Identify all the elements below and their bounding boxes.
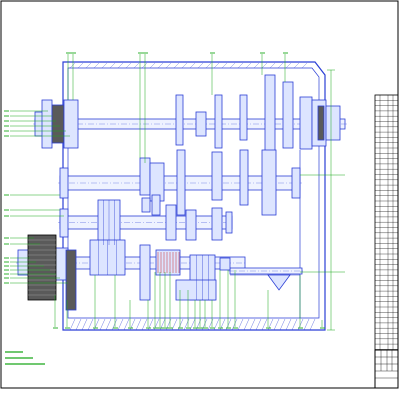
base-hatch-line	[291, 318, 298, 331]
top-gear-1	[175, 94, 184, 146]
top-wall-hatch-line	[125, 62, 132, 69]
second-gear-6	[261, 149, 277, 216]
third-shaft-left-flange	[59, 208, 69, 238]
top-wall-hatch-line	[301, 62, 308, 69]
base-hatch-line	[255, 318, 262, 331]
top-wall-hatch-line	[277, 62, 284, 69]
top-wall-hatch-line	[261, 62, 268, 69]
top-wall-hatch-line	[141, 62, 148, 69]
left-bearing-outer	[41, 99, 53, 149]
base-hatch-line	[81, 318, 88, 331]
input-end-collar	[219, 257, 231, 271]
second-shaft-right-flange	[291, 167, 301, 199]
parts-list-border	[374, 94, 399, 351]
top-wall-hatch-line	[133, 62, 140, 69]
input-gear-2	[139, 244, 151, 301]
top-wall-hatch-line	[197, 62, 204, 69]
support-wedge	[267, 274, 291, 291]
parts-list-table	[374, 94, 399, 351]
third-shaft-end-collar	[225, 211, 233, 234]
top-wall-hatch-line	[245, 62, 252, 69]
base-hatch-line	[273, 318, 280, 331]
top-wall-hatch-line	[165, 62, 172, 69]
top-wall-hatch-line	[253, 62, 260, 69]
third-gear-2	[151, 194, 161, 216]
technical-notes	[5, 351, 45, 365]
second-gear-5	[239, 149, 249, 206]
right-bearing-race	[317, 105, 325, 141]
right-end-cap	[325, 105, 341, 141]
base-hatch-line	[99, 318, 106, 331]
top-wall-hatch-line	[293, 62, 300, 69]
base-hatch-line	[135, 318, 142, 331]
top-wall-hatch-line	[85, 62, 92, 69]
top-wall-hatch-line	[101, 62, 108, 69]
gearbox-assembly-drawing	[0, 0, 400, 400]
base-hatch-line	[249, 318, 256, 331]
top-wall-hatch-line	[109, 62, 116, 69]
top-wall-hatch-line	[205, 62, 212, 69]
top-wall-hatch-line	[189, 62, 196, 69]
base-hatch-line	[309, 318, 316, 331]
top-gear-4	[282, 81, 294, 149]
title-block-border	[374, 349, 399, 389]
title-block	[374, 349, 399, 389]
top-collar	[195, 111, 207, 137]
second-gear-4	[211, 151, 223, 201]
top-wall-hatch-line	[285, 62, 292, 69]
base-hatch-line	[279, 318, 286, 331]
base-hatch-line	[243, 318, 250, 331]
top-wall-hatch-line	[237, 62, 244, 69]
top-wall-hatch-line	[181, 62, 188, 69]
top-wall-hatch-line	[117, 62, 124, 69]
lower-support-box	[175, 279, 217, 301]
base-hatch-line	[117, 318, 124, 331]
top-wall-hatch-line	[77, 62, 84, 69]
top-wall-hatch-line	[69, 62, 76, 69]
top-gear-3	[239, 94, 248, 141]
top-wall-hatch-line	[229, 62, 236, 69]
top-wall-hatch-line	[213, 62, 220, 69]
base-hatch-line	[69, 318, 76, 331]
base-hatch-line	[237, 318, 244, 331]
base-hatch-line	[87, 318, 94, 331]
left-bearing-cover	[63, 99, 79, 149]
third-gear-4	[185, 209, 197, 241]
base-hatch-line	[285, 318, 292, 331]
top-wall-hatch-line	[93, 62, 100, 69]
top-wall-hatch-line	[269, 62, 276, 69]
base-hatch-line	[105, 318, 112, 331]
second-shaft-left-flange	[59, 167, 69, 199]
top-gear-2	[214, 94, 223, 149]
left-bearing-inner	[51, 104, 65, 144]
top-gear-large	[264, 74, 276, 161]
top-wall-hatch-line	[157, 62, 164, 69]
top-wall-hatch-line	[149, 62, 156, 69]
second-spacer	[141, 197, 151, 213]
second-gear-3	[176, 149, 186, 216]
second-gear-1	[139, 157, 151, 196]
third-gear-3	[165, 204, 177, 241]
input-housing-block	[65, 249, 77, 311]
right-bearing-outer	[299, 96, 313, 150]
base-hatch-line	[75, 318, 82, 331]
base-hatch-line	[303, 318, 310, 331]
clutch-sleeve	[155, 249, 181, 276]
top-wall-hatch-line	[173, 62, 180, 69]
third-gear-5	[211, 207, 223, 241]
top-wall-hatch-line	[221, 62, 228, 69]
